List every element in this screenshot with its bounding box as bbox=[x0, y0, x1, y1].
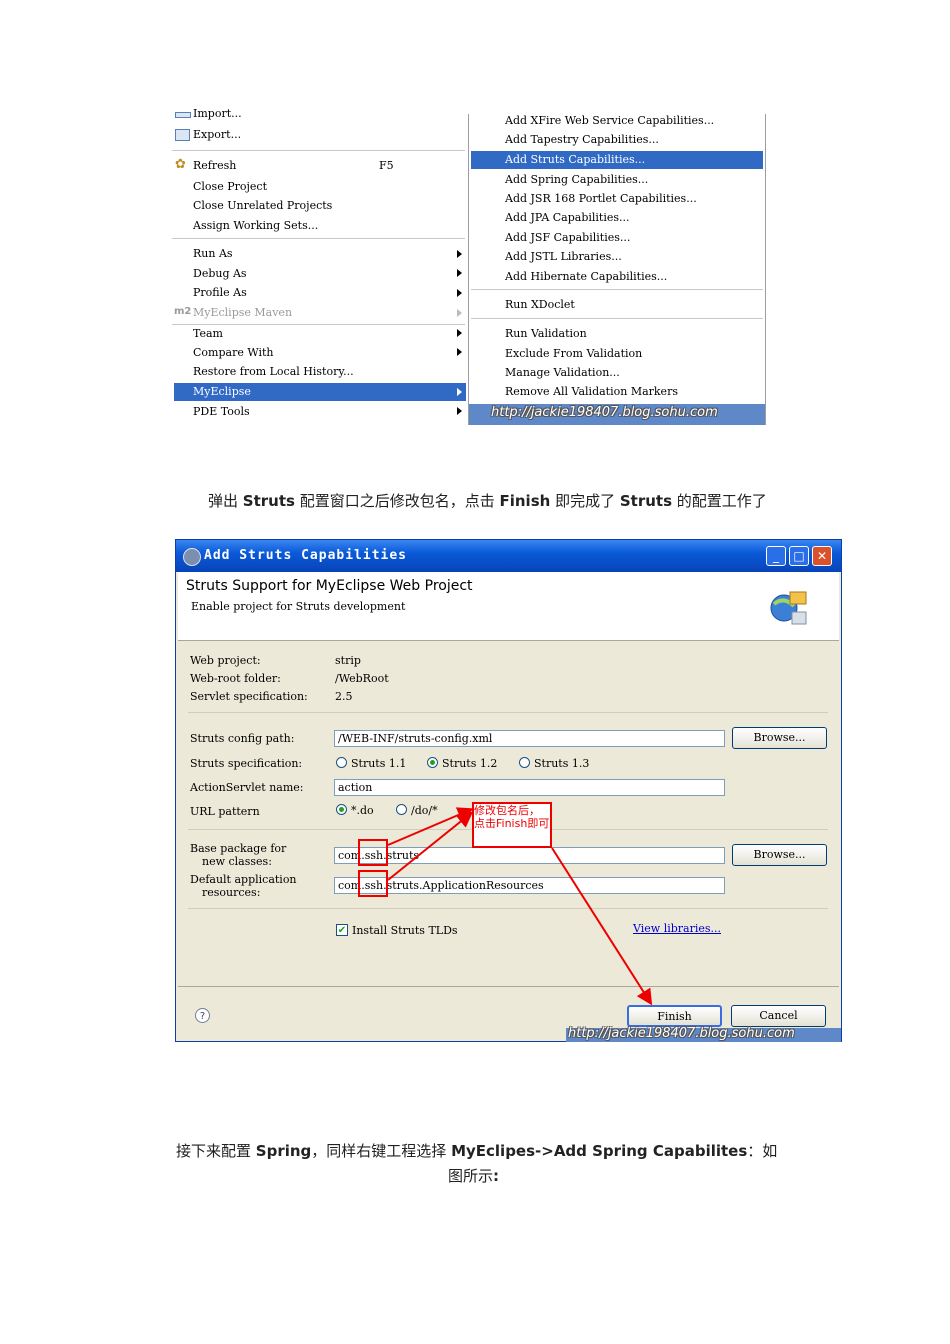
submenu-arrow-icon bbox=[457, 269, 462, 277]
submenu-item-xfire[interactable]: Add XFire Web Service Capabilities... bbox=[505, 112, 714, 130]
caption-bold: : bbox=[493, 1167, 500, 1185]
menu-item-compare-with[interactable]: Compare With bbox=[193, 344, 273, 362]
project-context-menu: Import... Export... ✿ Refresh F5 Close P… bbox=[172, 107, 468, 425]
menu-separator bbox=[471, 318, 763, 319]
menu-item-myeclipse[interactable]: MyEclipse bbox=[193, 383, 251, 401]
menu-item-assign-working-sets[interactable]: Assign Working Sets... bbox=[193, 217, 318, 235]
annotation-arrows bbox=[387, 807, 653, 1006]
caption-bold: Struts bbox=[242, 492, 295, 510]
caption-text: 图所示 bbox=[448, 1167, 494, 1185]
menu-item-import[interactable]: Import... bbox=[193, 105, 242, 123]
menu-separator bbox=[172, 238, 465, 239]
caption-text: 的配置工作了 bbox=[672, 492, 767, 510]
submenu-item-xdoclet[interactable]: Run XDoclet bbox=[505, 296, 575, 314]
submenu-item-exclude-validation[interactable]: Exclude From Validation bbox=[505, 345, 642, 363]
context-menu-screenshot: Import... Export... ✿ Refresh F5 Close P… bbox=[172, 107, 766, 425]
submenu-item-portlet[interactable]: Add JSR 168 Portlet Capabilities... bbox=[505, 190, 697, 208]
caption-bold: Struts bbox=[619, 492, 673, 510]
menu-item-refresh[interactable]: Refresh bbox=[193, 157, 236, 175]
submenu-item-struts[interactable]: Add Struts Capabilities... bbox=[505, 151, 645, 169]
submenu-item-hibernate[interactable]: Add Hibernate Capabilities... bbox=[505, 268, 667, 286]
refresh-icon: ✿ bbox=[175, 157, 186, 172]
submenu-arrow-icon bbox=[457, 388, 462, 396]
submenu-arrow-icon bbox=[457, 289, 462, 297]
caption-text: ：如 bbox=[747, 1142, 778, 1160]
caption-text: 弹出 bbox=[208, 492, 243, 510]
submenu-item-remove-markers[interactable]: Remove All Validation Markers bbox=[505, 383, 678, 401]
submenu-item-run-validation[interactable]: Run Validation bbox=[505, 325, 587, 343]
maven-icon: m2 bbox=[174, 306, 192, 317]
submenu-item-spring[interactable]: Add Spring Capabilities... bbox=[505, 171, 648, 189]
watermark-text: http://jackie198407.blog.sohu.com bbox=[568, 1026, 795, 1041]
watermark-text: http://jackie198407.blog.sohu.com bbox=[491, 405, 718, 420]
caption-text: 配置窗口之后修改包名，点击 bbox=[294, 492, 500, 510]
caption-bold: MyEclipes->Add Spring Capabilites bbox=[451, 1142, 748, 1160]
caption-text: 即完成了 bbox=[550, 492, 620, 510]
myeclipse-submenu: Add XFire Web Service Capabilities... Ad… bbox=[468, 114, 766, 425]
caption-spring-line2: 图所示: bbox=[448, 1165, 499, 1186]
caption-spring: 接下来配置 Spring，同样右键工程选择 MyEclipes->Add Spr… bbox=[176, 1140, 777, 1161]
caption-text: 接下来配置 bbox=[176, 1142, 256, 1160]
submenu-item-manage-validation[interactable]: Manage Validation... bbox=[505, 364, 620, 382]
submenu-item-tapestry[interactable]: Add Tapestry Capabilities... bbox=[505, 131, 659, 149]
submenu-item-jpa[interactable]: Add JPA Capabilities... bbox=[505, 209, 630, 227]
submenu-arrow-icon bbox=[457, 407, 462, 415]
submenu-arrow-icon bbox=[457, 250, 462, 258]
menu-separator bbox=[172, 150, 465, 151]
caption-bold: Spring bbox=[255, 1142, 312, 1160]
submenu-arrow-icon bbox=[457, 309, 462, 317]
refresh-shortcut: F5 bbox=[379, 159, 394, 172]
menu-item-myeclipse-maven: MyEclipse Maven bbox=[193, 306, 293, 319]
menu-item-debug-as[interactable]: Debug As bbox=[193, 265, 247, 283]
menu-item-close-unrelated[interactable]: Close Unrelated Projects bbox=[193, 197, 332, 215]
import-icon bbox=[175, 112, 191, 118]
export-icon bbox=[175, 129, 190, 141]
menu-item-profile-as[interactable]: Profile As bbox=[193, 284, 247, 302]
menu-item-restore-history[interactable]: Restore from Local History... bbox=[193, 363, 354, 381]
caption-text: ，同样右键工程选择 bbox=[311, 1142, 452, 1160]
menu-item-close-project[interactable]: Close Project bbox=[193, 178, 267, 196]
caption-struts: 弹出 Struts 配置窗口之后修改包名，点击 Finish 即完成了 Stru… bbox=[208, 490, 767, 511]
menu-separator bbox=[471, 289, 763, 290]
menu-item-export[interactable]: Export... bbox=[193, 126, 241, 144]
add-struts-dialog: Add Struts Capabilities _ □ ✕ Struts Sup… bbox=[175, 539, 842, 1042]
submenu-item-jsf[interactable]: Add JSF Capabilities... bbox=[505, 229, 630, 247]
submenu-item-jstl[interactable]: Add JSTL Libraries... bbox=[505, 248, 622, 266]
submenu-arrow-icon bbox=[457, 348, 462, 356]
menu-item-pde-tools[interactable]: PDE Tools bbox=[193, 403, 250, 421]
menu-item-run-as[interactable]: Run As bbox=[193, 245, 233, 263]
caption-bold: Finish bbox=[499, 492, 551, 510]
menu-item-team[interactable]: Team bbox=[193, 325, 223, 343]
submenu-arrow-icon bbox=[457, 329, 462, 337]
